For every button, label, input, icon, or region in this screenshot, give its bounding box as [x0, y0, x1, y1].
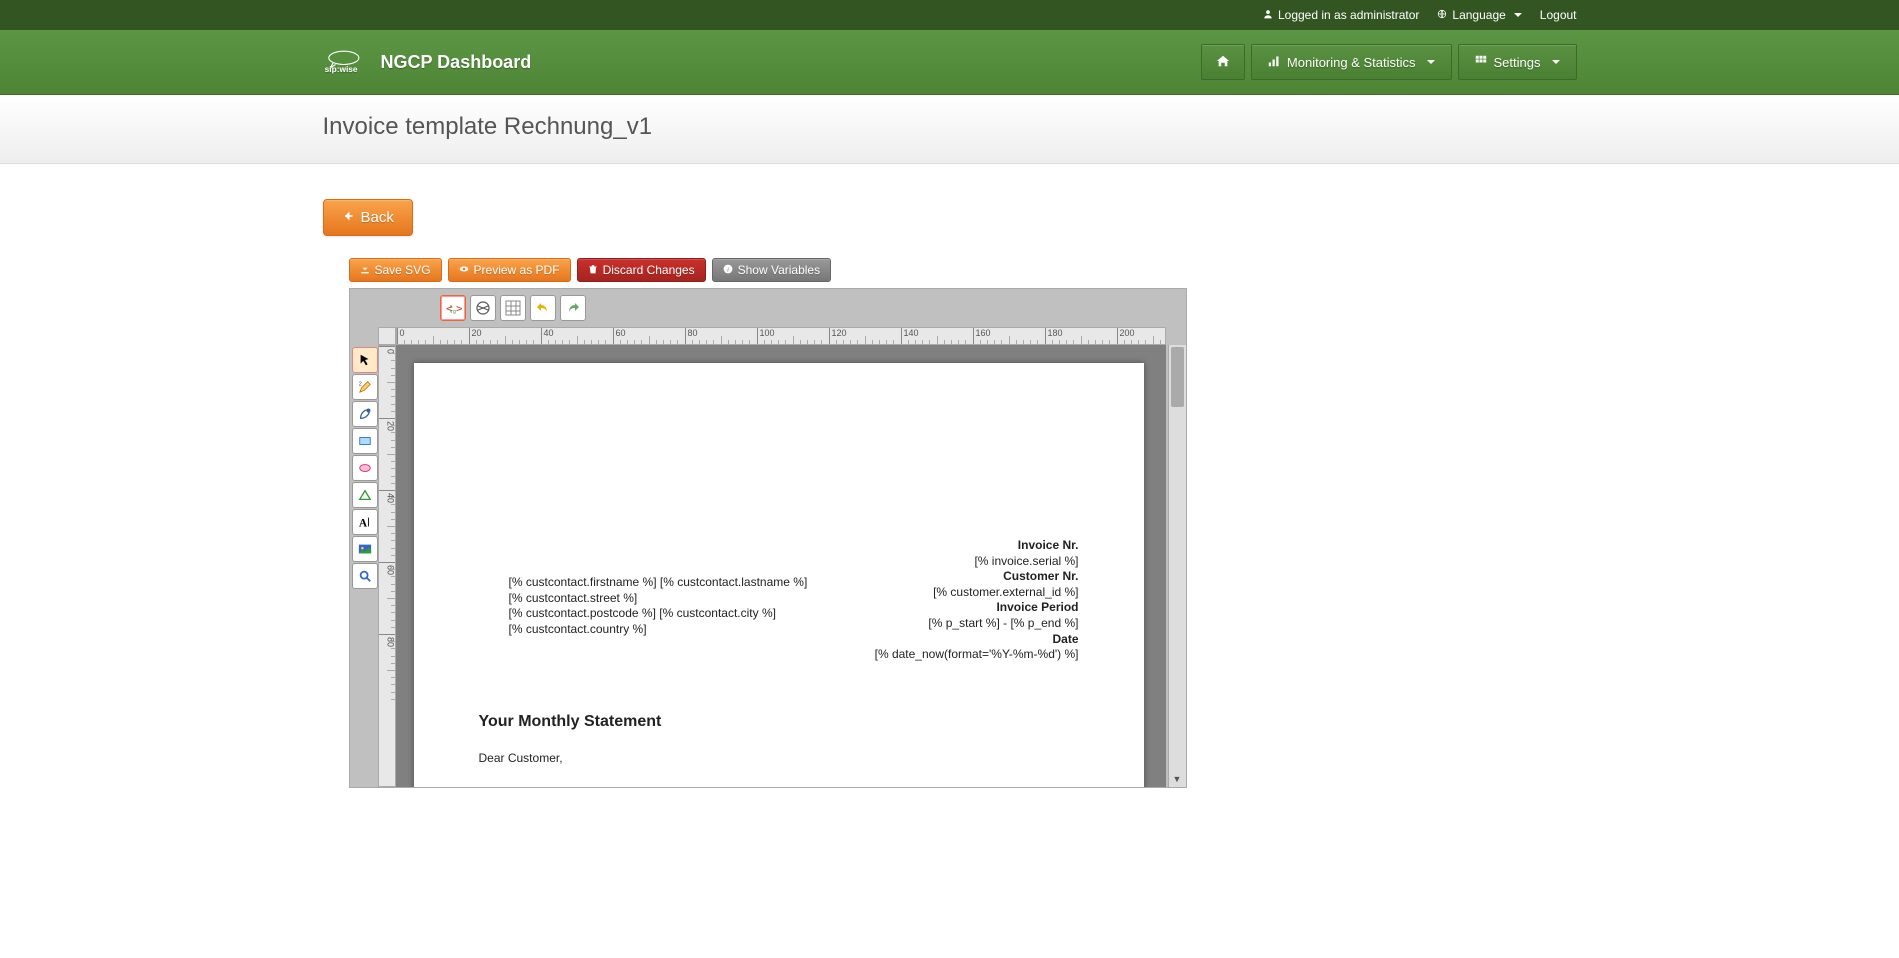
pen-tool[interactable] — [352, 401, 378, 427]
discard-button[interactable]: Discard Changes — [577, 258, 706, 282]
select-tool[interactable] — [352, 347, 378, 373]
invoice-heading: Your Monthly Statement — [479, 713, 662, 731]
invoice-meta-block: Invoice Nr. [% invoice.serial %] Custome… — [875, 538, 1079, 663]
canvas-viewport[interactable]: [% custcontact.firstname %] [% custconta… — [396, 345, 1166, 787]
bars-icon — [1268, 55, 1280, 70]
tool-palette: 2 A — [350, 345, 378, 591]
show-variables-label: Show Variables — [738, 263, 821, 277]
image-tool[interactable] — [352, 536, 378, 562]
scroll-down-icon[interactable]: ▼ — [1169, 771, 1186, 787]
invoice-meta-value: [% invoice.serial %] — [875, 554, 1079, 570]
settings-button[interactable]: Settings — [1458, 44, 1577, 80]
monitoring-button[interactable]: Monitoring & Statistics — [1251, 44, 1452, 80]
undo-tool[interactable] — [530, 295, 556, 321]
scroll-thumb[interactable] — [1171, 347, 1184, 407]
rect-tool[interactable] — [352, 428, 378, 454]
brand-title: NGCP Dashboard — [381, 52, 532, 73]
caret-down-icon — [1514, 13, 1522, 17]
home-icon — [1216, 54, 1230, 71]
logout-link[interactable]: Logout — [1540, 8, 1577, 22]
preview-pdf-label: Preview as PDF — [474, 263, 560, 277]
eye-icon — [459, 263, 469, 277]
user-icon — [1263, 8, 1273, 22]
invoice-address-line: [% custcontact.street %] — [509, 591, 808, 607]
invoice-address-block: [% custcontact.firstname %] [% custconta… — [509, 575, 808, 637]
svg-text:g: g — [453, 309, 456, 315]
arrow-left-icon — [342, 209, 354, 226]
settings-label: Settings — [1494, 55, 1541, 70]
invoice-address-line: [% custcontact.firstname %] [% custconta… — [509, 575, 808, 591]
trash-icon — [588, 263, 598, 277]
globe-icon — [1437, 8, 1447, 22]
canvas-page[interactable]: [% custcontact.firstname %] [% custconta… — [414, 363, 1144, 787]
topbar: Logged in as administrator Language Logo… — [0, 0, 1899, 30]
ruler-horizontal: 020406080100120140160180200 — [396, 327, 1166, 345]
save-svg-label: Save SVG — [375, 263, 431, 277]
invoice-meta-label: Invoice Period — [875, 600, 1079, 616]
invoice-meta-label: Customer Nr. — [875, 569, 1079, 585]
page-title-wrap: Invoice template Rechnung_v1 — [0, 95, 1899, 164]
svg-text:2: 2 — [358, 381, 361, 387]
text-tool[interactable]: A — [352, 509, 378, 535]
redo-tool[interactable] — [560, 295, 586, 321]
ruler-vertical: 020406080 — [378, 345, 396, 787]
discard-label: Discard Changes — [603, 263, 695, 277]
invoice-meta-value: [% date_now(format='%Y-%m-%d') %] — [875, 647, 1079, 663]
invoice-meta-value: [% customer.external_id %] — [875, 585, 1079, 601]
grid-icon — [1475, 55, 1487, 70]
back-button[interactable]: Back — [323, 199, 413, 236]
grid-tool[interactable] — [500, 295, 526, 321]
preview-pdf-button[interactable]: Preview as PDF — [448, 258, 571, 282]
header: sip:wise NGCP Dashboard Monitoring & Sta… — [0, 30, 1899, 95]
svg-text:A: A — [358, 517, 367, 529]
pencil-tool[interactable]: 2 — [352, 374, 378, 400]
invoice-address-line: [% custcontact.country %] — [509, 622, 808, 638]
monitoring-label: Monitoring & Statistics — [1287, 55, 1416, 70]
invoice-address-line: [% custcontact.postcode %] [% custcontac… — [509, 606, 808, 622]
ruler-corner — [378, 327, 396, 345]
language-label: Language — [1452, 8, 1505, 22]
svg-text:i: i — [727, 267, 729, 274]
vertical-scrollbar[interactable]: ▲ ▼ — [1168, 345, 1186, 787]
edit-source-tool[interactable]: <>svg — [440, 295, 466, 321]
show-variables-button[interactable]: i Show Variables — [712, 258, 832, 282]
editor-top-toolbar: <>svg — [350, 289, 1186, 327]
zoom-tool[interactable] — [352, 563, 378, 589]
page-title: Invoice template Rechnung_v1 — [323, 113, 1577, 141]
invoice-meta-value: [% p_start %] - [% p_end %] — [875, 616, 1079, 632]
caret-down-icon — [1552, 60, 1560, 64]
download-icon — [360, 263, 370, 277]
save-svg-button[interactable]: Save SVG — [349, 258, 442, 282]
svg-text:>: > — [456, 302, 462, 315]
caret-down-icon — [1427, 60, 1435, 64]
home-button[interactable] — [1201, 44, 1245, 80]
path-tool[interactable] — [352, 482, 378, 508]
brand-logo-icon: sip:wise — [323, 48, 373, 76]
logged-in-link[interactable]: Logged in as administrator — [1263, 8, 1419, 22]
invoice-greeting: Dear Customer, — [479, 751, 563, 765]
ellipse-tool[interactable] — [352, 455, 378, 481]
info-icon: i — [723, 263, 733, 277]
invoice-meta-label: Date — [875, 632, 1079, 648]
svg-editor: <>svg 2 A — [349, 288, 1187, 788]
brand-prefix: sip:wise — [324, 64, 357, 74]
brand[interactable]: sip:wise NGCP Dashboard — [323, 48, 532, 76]
back-label: Back — [361, 209, 394, 226]
logged-in-label: Logged in as administrator — [1278, 8, 1419, 22]
invoice-meta-label: Invoice Nr. — [875, 538, 1079, 554]
language-link[interactable]: Language — [1437, 8, 1521, 22]
logout-label: Logout — [1540, 8, 1577, 22]
wireframe-tool[interactable] — [470, 295, 496, 321]
